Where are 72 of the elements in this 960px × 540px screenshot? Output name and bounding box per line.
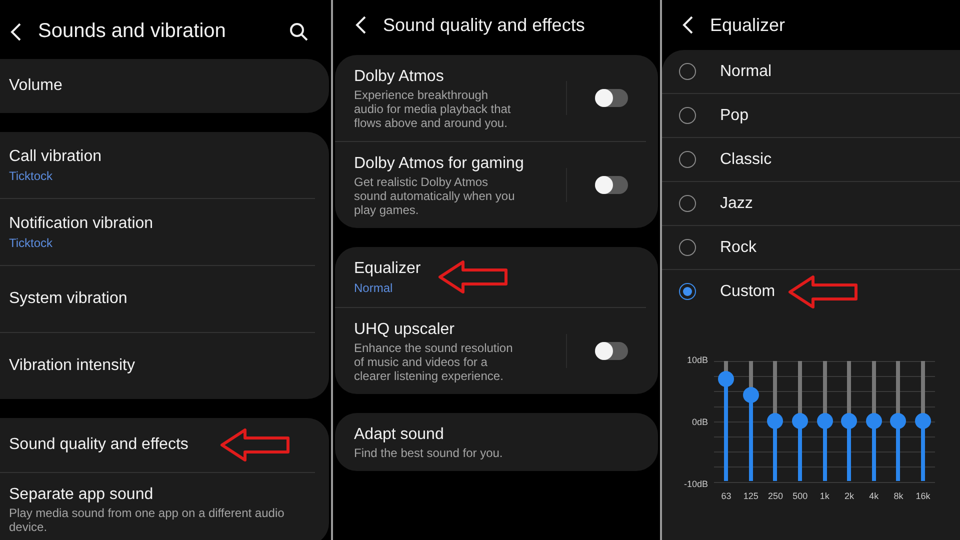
radio-button[interactable] xyxy=(679,151,696,168)
scale-label: -10dB xyxy=(684,479,708,489)
item-title: Separate app sound xyxy=(9,485,154,505)
frequency-label: 125 xyxy=(743,491,758,501)
item-title: Volume xyxy=(9,76,64,96)
settings-item[interactable]: Call vibration Ticktock xyxy=(0,132,315,198)
preset-label: Normal xyxy=(720,62,772,80)
frequency-label: 500 xyxy=(792,491,808,501)
settings-item[interactable]: Separate app sound Play media sound from one app on a different audio device. xyxy=(0,472,315,540)
item-value: Ticktock xyxy=(9,235,54,251)
item-description: Experience breakthrough audio for media playback that flows above and around you. xyxy=(354,88,512,130)
preset-option[interactable]: Classic xyxy=(662,137,960,181)
preset-option[interactable]: Custom xyxy=(662,269,960,313)
item-description: Find the best sound for you. xyxy=(354,446,504,460)
preset-label: Rock xyxy=(720,238,756,256)
radio-button[interactable] xyxy=(679,107,696,124)
settings-item[interactable]: Equalizer Normal xyxy=(335,247,646,307)
frequency-label: 63 xyxy=(721,491,732,501)
frequency-label: 250 xyxy=(768,491,783,501)
settings-item[interactable]: Notification vibration Ticktock xyxy=(0,198,315,265)
scale-label: 0dB xyxy=(692,417,708,427)
preset-option[interactable]: Normal xyxy=(662,50,960,93)
item-title: Call vibration xyxy=(9,147,102,167)
preset-label: Custom xyxy=(720,282,776,300)
radio-button[interactable] xyxy=(679,283,696,300)
frequency-label: 8k xyxy=(894,491,904,501)
back-icon[interactable] xyxy=(682,15,694,35)
settings-item[interactable]: Volume xyxy=(0,59,315,113)
item-title: Dolby Atmos xyxy=(354,67,445,87)
settings-item[interactable]: Dolby Atmos Experience breakthrough audio for media playback that flows above and around you. xyxy=(335,55,646,141)
settings-item[interactable]: UHQ upscaler Enhance the sound resolution of music and videos for a clearer listening experience. xyxy=(335,307,646,394)
item-title: UHQ upscaler xyxy=(354,320,456,340)
page-title: Sounds and vibration xyxy=(38,20,227,43)
item-title: Dolby Atmos for gaming xyxy=(354,154,525,174)
item-title: Equalizer xyxy=(354,259,422,279)
settings-item[interactable]: Adapt sound Find the best sound for you. xyxy=(335,413,646,471)
frequency-label: 4k xyxy=(869,491,879,501)
item-title: System vibration xyxy=(9,289,128,309)
preset-option[interactable]: Jazz xyxy=(662,181,960,225)
search-icon[interactable] xyxy=(289,22,309,42)
frequency-label: 2k xyxy=(844,491,854,501)
frequency-label: 16k xyxy=(916,491,930,501)
preset-label: Pop xyxy=(720,106,748,124)
back-icon[interactable] xyxy=(355,15,367,35)
page-title: Equalizer xyxy=(710,14,786,36)
item-title: Sound quality and effects xyxy=(9,435,190,455)
radio-button[interactable] xyxy=(679,195,696,212)
radio-button[interactable] xyxy=(679,239,696,256)
item-title: Vibration intensity xyxy=(9,356,136,376)
item-value: Normal xyxy=(354,280,394,296)
item-description: Get realistic Dolby Atmos sound automatically when you play games. xyxy=(354,175,516,217)
item-description: Enhance the sound resolution of music and videos for a clearer listening experience. xyxy=(354,341,514,383)
radio-button[interactable] xyxy=(679,63,696,80)
settings-item[interactable]: System vibration xyxy=(0,265,315,332)
settings-item[interactable]: Vibration intensity xyxy=(0,332,315,399)
item-title: Notification vibration xyxy=(9,214,154,234)
item-value: Ticktock xyxy=(9,168,54,184)
item-description: Play media sound from one app on a different audio device. xyxy=(9,506,286,534)
preset-label: Classic xyxy=(720,150,772,168)
preset-label: Jazz xyxy=(720,194,753,212)
toggle-switch[interactable] xyxy=(595,176,628,194)
back-icon[interactable] xyxy=(10,22,22,42)
frequency-label: 1k xyxy=(820,491,830,501)
scale-label: 10dB xyxy=(686,355,708,365)
preset-option[interactable]: Rock xyxy=(662,225,960,269)
page-title: Sound quality and effects xyxy=(383,14,586,36)
settings-item[interactable]: Dolby Atmos for gaming Get realistic Dolby Atmos sound automatically when you play games. xyxy=(335,141,646,228)
toggle-switch[interactable] xyxy=(595,89,628,107)
toggle-switch[interactable] xyxy=(595,342,628,360)
preset-option[interactable]: Pop xyxy=(662,93,960,137)
item-title: Adapt sound xyxy=(354,425,445,445)
settings-item[interactable]: Sound quality and effects xyxy=(0,418,315,472)
